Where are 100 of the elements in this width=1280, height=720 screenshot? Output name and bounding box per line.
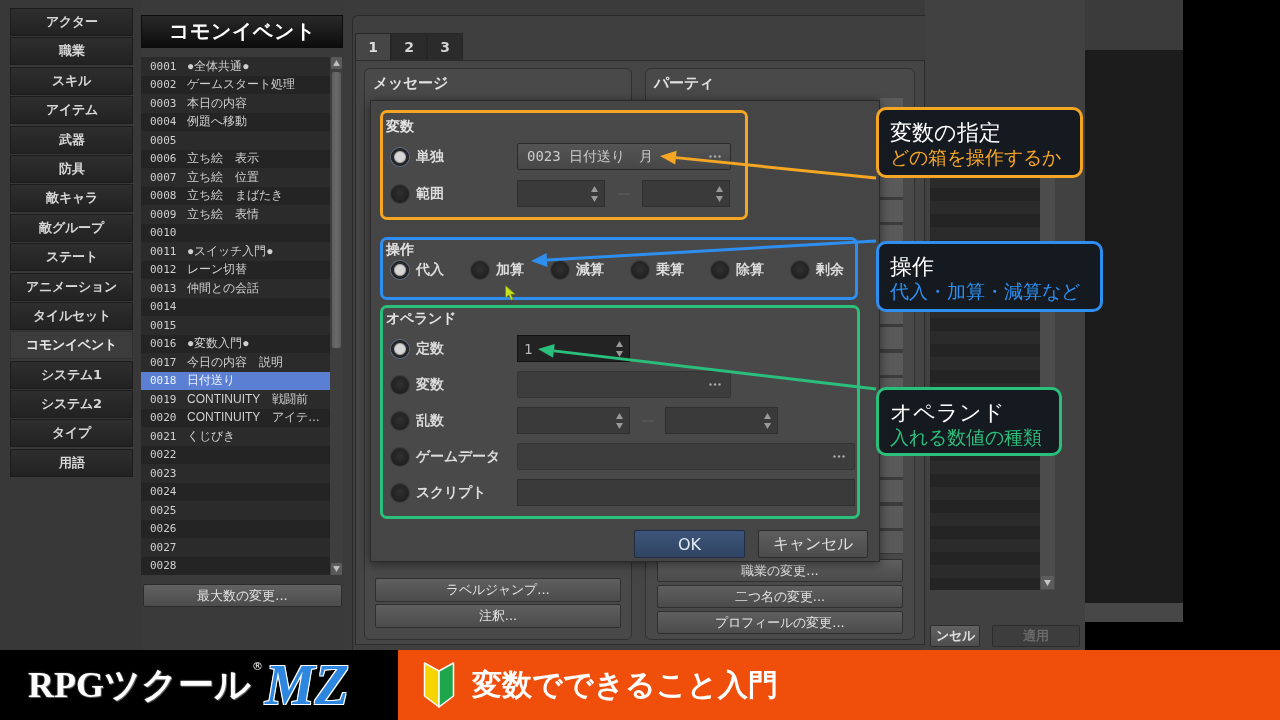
option-label: 範囲: [416, 184, 444, 203]
radio-button[interactable]: [391, 375, 409, 394]
group-title: パーティ: [654, 73, 714, 93]
category-tab[interactable]: 敵グループ: [10, 213, 133, 242]
radio-button[interactable]: [391, 483, 409, 502]
spin-arrows-icon[interactable]: [715, 184, 724, 203]
ellipsis-icon: [833, 455, 845, 458]
event-row[interactable]: 0013 仲間との会話: [141, 279, 330, 298]
option-label: 代入: [416, 261, 444, 279]
category-tab[interactable]: タイプ: [10, 419, 133, 448]
event-row[interactable]: 0019 CONTINUITY 戦闘前: [141, 390, 330, 409]
event-row[interactable]: 0023: [141, 464, 330, 483]
category-tab[interactable]: 用語: [10, 448, 133, 477]
dialog-button[interactable]: OK: [634, 530, 745, 558]
category-tab[interactable]: 敵キャラ: [10, 184, 133, 213]
picker-field[interactable]: [517, 443, 855, 470]
option-label: 乱数: [416, 411, 444, 430]
picker-field[interactable]: 0023 日付送り 月: [517, 143, 731, 170]
mouse-pointer-icon: [505, 285, 516, 301]
script-field[interactable]: [517, 479, 855, 506]
callout-title: 操作: [890, 254, 934, 280]
category-tab[interactable]: タイルセット: [10, 301, 133, 330]
number-field[interactable]: [517, 407, 630, 434]
category-tab[interactable]: アイテム: [10, 96, 133, 125]
event-row[interactable]: 0027: [141, 538, 330, 557]
option-label: 剰余: [816, 261, 844, 279]
radio-button[interactable]: [391, 184, 409, 203]
callout-subtitle: 代入・加算・減算など: [890, 280, 1080, 303]
option-label: 変数: [416, 375, 444, 394]
option-label: ゲームデータ: [416, 447, 500, 466]
command-button[interactable]: 注釈...: [375, 604, 621, 628]
radio-button[interactable]: [471, 261, 489, 279]
tab[interactable]: 1: [355, 33, 391, 60]
ellipsis-icon: [709, 383, 721, 386]
number-field[interactable]: [665, 407, 778, 434]
scrollbar-thumb[interactable]: [332, 72, 341, 348]
category-tab[interactable]: 職業: [10, 37, 133, 66]
event-row[interactable]: 0015: [141, 316, 330, 335]
category-tab[interactable]: 防具: [10, 154, 133, 183]
callout-title: オペランド: [890, 400, 1005, 426]
number-field[interactable]: [517, 180, 605, 207]
category-tab[interactable]: ステート: [10, 243, 133, 272]
spin-arrows-icon[interactable]: [590, 184, 599, 203]
option-label: 定数: [416, 339, 444, 358]
command-button[interactable]: ラベルジャンプ...: [375, 578, 621, 602]
event-row[interactable]: 0025: [141, 501, 330, 520]
radio-button[interactable]: [631, 261, 649, 279]
option-label: 減算: [576, 261, 604, 279]
group-title: 操作: [386, 241, 414, 258]
scrollbar[interactable]: [330, 57, 343, 575]
category-tab[interactable]: アニメーション: [10, 272, 133, 301]
command-button[interactable]: プロフィールの変更...: [657, 611, 903, 634]
tab[interactable]: 2: [391, 33, 427, 60]
callout-title: 変数の指定: [890, 120, 1001, 146]
option-label: 乗算: [656, 261, 684, 279]
category-tab[interactable]: コモンイベント: [10, 331, 133, 360]
dialog-button[interactable]: キャンセル: [758, 530, 868, 558]
up-arrow-icon[interactable]: [331, 57, 342, 69]
event-row[interactable]: 0017 今日の内容 説明: [141, 353, 330, 372]
command-button[interactable]: 二つ名の変更...: [657, 585, 903, 608]
group-title: オペランド: [386, 310, 456, 327]
spin-arrows-icon[interactable]: [615, 411, 624, 430]
app-logo: RPGツクール®MZ: [28, 657, 349, 713]
radio-button[interactable]: [391, 261, 409, 279]
spin-arrows-icon[interactable]: [615, 339, 624, 358]
spin-arrows-icon[interactable]: [763, 411, 772, 430]
radio-button[interactable]: [391, 147, 409, 166]
event-row[interactable]: 0009 立ち絵 表情: [141, 205, 330, 224]
picker-field[interactable]: [517, 371, 731, 398]
option-label: 加算: [496, 261, 524, 279]
option-label: スクリプト: [416, 483, 486, 502]
banner-title: 変数でできること入門: [472, 665, 778, 704]
category-tab[interactable]: アクター: [10, 8, 133, 36]
panel-title: コモンイベント: [141, 15, 343, 48]
number-field[interactable]: [642, 180, 730, 207]
event-row[interactable]: 0003 本日の内容: [141, 94, 330, 113]
max-count-button[interactable]: 最大数の変更...: [143, 584, 342, 607]
event-row[interactable]: 0021 くじびき: [141, 427, 330, 446]
category-tab[interactable]: システム1: [10, 360, 133, 389]
editor-button[interactable]: ンセル: [930, 625, 980, 647]
radio-button[interactable]: [791, 261, 809, 279]
beginner-mark-icon: [423, 662, 455, 708]
event-row[interactable]: 0007 立ち絵 位置: [141, 168, 330, 187]
callout-subtitle: 入れる数値の種類: [890, 426, 1042, 449]
tab[interactable]: 3: [427, 33, 463, 60]
callout-subtitle: どの箱を操作するか: [890, 146, 1061, 169]
radio-button[interactable]: [551, 261, 569, 279]
category-tab[interactable]: 武器: [10, 125, 133, 154]
down-arrow-icon[interactable]: [331, 563, 342, 575]
category-tab[interactable]: スキル: [10, 66, 133, 95]
radio-button[interactable]: [391, 447, 409, 466]
event-row[interactable]: 0001 ●全体共通●: [141, 57, 330, 76]
event-row[interactable]: 0011 ●スイッチ入門●: [141, 242, 330, 261]
radio-button[interactable]: [711, 261, 729, 279]
option-label: 単独: [416, 147, 444, 166]
event-row[interactable]: 0005: [141, 131, 330, 150]
radio-button[interactable]: [391, 411, 409, 430]
option-label: 除算: [736, 261, 764, 279]
radio-button[interactable]: [391, 339, 409, 358]
category-tab[interactable]: システム2: [10, 390, 133, 419]
